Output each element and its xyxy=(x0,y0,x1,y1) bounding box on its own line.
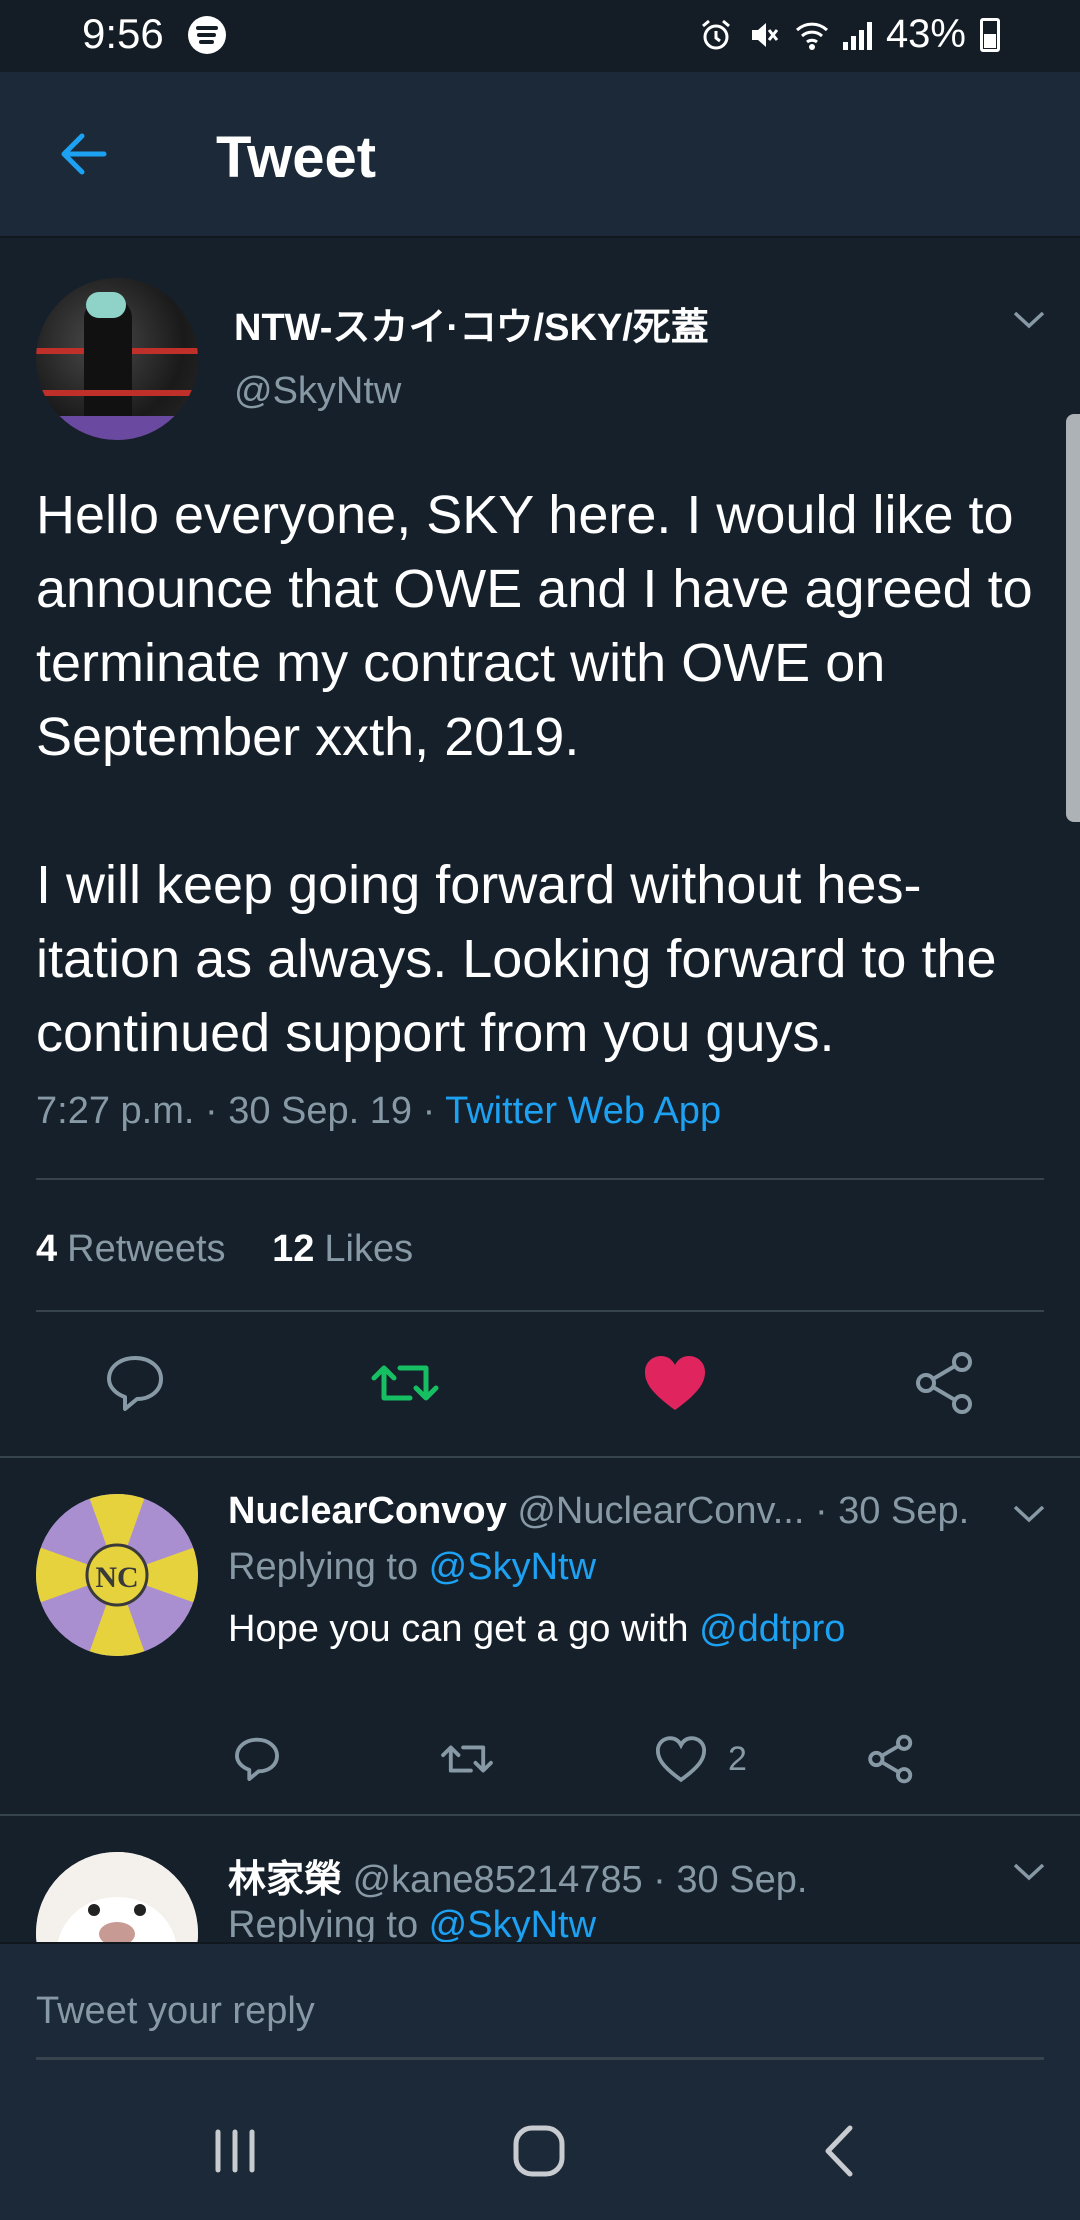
replying-to-prefix: Replying to xyxy=(228,1546,429,1588)
retweet-icon[interactable] xyxy=(370,1348,440,1418)
retweets-label: Retweets xyxy=(67,1228,226,1270)
svg-text:NC: NC xyxy=(95,1561,138,1594)
reply-icon[interactable] xyxy=(230,1732,284,1786)
tweet-meta: 7:27 p.m. · 30 Sep. 19 · Twitter Web App xyxy=(36,1090,721,1133)
scrollbar[interactable] xyxy=(1066,414,1080,822)
engagement-counts: 4 Retweets 12 Likes xyxy=(36,1228,413,1271)
input-underline xyxy=(36,2057,1044,2060)
reply-author-name[interactable]: 林家榮 xyxy=(228,1859,342,1901)
home-icon[interactable] xyxy=(504,2116,574,2186)
replying-to-prefix: Replying to xyxy=(228,1904,429,1942)
reply-author-handle[interactable]: @NuclearConv... xyxy=(517,1490,804,1532)
reply-date: · 30 Sep. xyxy=(642,1859,808,1901)
reply-input[interactable]: Tweet your reply xyxy=(36,1990,315,2033)
status-bar: 9:56 43% xyxy=(0,0,1080,72)
spotify-icon xyxy=(188,16,226,54)
reply-header: 林家榮 @kane85214785 · 30 Sep. xyxy=(228,1848,807,1903)
reply-text: Hope you can get a go with @ddtpro xyxy=(228,1608,845,1651)
retweet-icon[interactable] xyxy=(440,1732,494,1786)
dog-photo-icon xyxy=(36,1852,198,1942)
reply-date: · 30 Sep. xyxy=(804,1490,970,1532)
tweet-source-link[interactable]: Twitter Web App xyxy=(445,1090,721,1132)
divider xyxy=(36,1178,1044,1180)
retweets-count: 4 xyxy=(36,1228,58,1270)
back-arrow-icon[interactable] xyxy=(54,124,114,184)
mute-icon xyxy=(751,22,779,47)
author-name[interactable]: NTW-スカイ·コウ/SKY/死蓋 xyxy=(234,296,709,351)
like-heart-icon[interactable] xyxy=(640,1348,710,1418)
replying-to-link[interactable]: @SkyNtw xyxy=(429,1546,596,1588)
battery-icon xyxy=(980,17,1000,52)
like-heart-icon[interactable] xyxy=(654,1732,708,1786)
reply-tweet[interactable]: NC NuclearConvoy @NuclearConv... · 30 Se… xyxy=(0,1458,1080,1814)
reply-avatar[interactable] xyxy=(36,1852,198,1942)
reply-avatar[interactable]: NC xyxy=(36,1494,198,1656)
share-icon[interactable] xyxy=(864,1732,918,1786)
share-icon[interactable] xyxy=(910,1348,980,1418)
tweet-actions xyxy=(0,1338,1080,1448)
replying-to: Replying to @SkyNtw xyxy=(228,1546,596,1589)
replying-to-link[interactable]: @SkyNtw xyxy=(429,1904,596,1942)
author-avatar[interactable] xyxy=(36,278,198,440)
retweets-count-link[interactable]: 4 Retweets xyxy=(36,1228,262,1270)
chevron-down-icon[interactable] xyxy=(1012,1504,1046,1524)
reply-tweet[interactable]: 林家榮 @kane85214785 · 30 Sep. Replying to … xyxy=(0,1816,1080,1942)
tweet-timestamp: 7:27 p.m. · 30 Sep. 19 · xyxy=(36,1090,446,1132)
likes-label: Likes xyxy=(324,1228,414,1270)
reply-like-count: 2 xyxy=(728,1740,747,1778)
tweet-text: Hello everyone, SKY here. I would like t… xyxy=(36,485,1033,1063)
reply-author-name[interactable]: NuclearConvoy xyxy=(228,1490,507,1532)
chevron-down-icon[interactable] xyxy=(1012,310,1046,330)
alarm-icon xyxy=(701,19,730,49)
battery-percent: 43% xyxy=(885,12,966,56)
reply-text-body: Hope you can get a go with xyxy=(228,1608,700,1650)
likes-count: 12 xyxy=(272,1228,315,1270)
back-icon[interactable] xyxy=(806,2116,876,2186)
replying-to: Replying to @SkyNtw xyxy=(228,1904,596,1942)
likes-count-link[interactable]: 12 Likes xyxy=(272,1228,413,1270)
page-title: Tweet xyxy=(216,125,377,190)
recent-apps-icon[interactable] xyxy=(200,2116,270,2186)
reply-author-handle[interactable]: @kane85214785 xyxy=(353,1859,643,1901)
wifi-icon xyxy=(795,22,828,50)
signal-icon xyxy=(842,20,872,50)
divider xyxy=(36,1310,1044,1312)
header: Tweet xyxy=(0,72,1080,238)
reply-icon[interactable] xyxy=(100,1348,170,1418)
mention-link[interactable]: @ddtpro xyxy=(699,1608,845,1650)
status-time: 9:56 xyxy=(82,10,164,57)
system-nav-bar xyxy=(0,2078,1080,2220)
author-handle[interactable]: @SkyNtw xyxy=(234,370,401,413)
reply-header: NuclearConvoy @NuclearConv... · 30 Sep. xyxy=(228,1490,969,1533)
nuclear-logo-icon: NC xyxy=(36,1494,198,1656)
reply-composer[interactable]: Tweet your reply xyxy=(0,1942,1080,2078)
chevron-down-icon[interactable] xyxy=(1012,1862,1046,1882)
